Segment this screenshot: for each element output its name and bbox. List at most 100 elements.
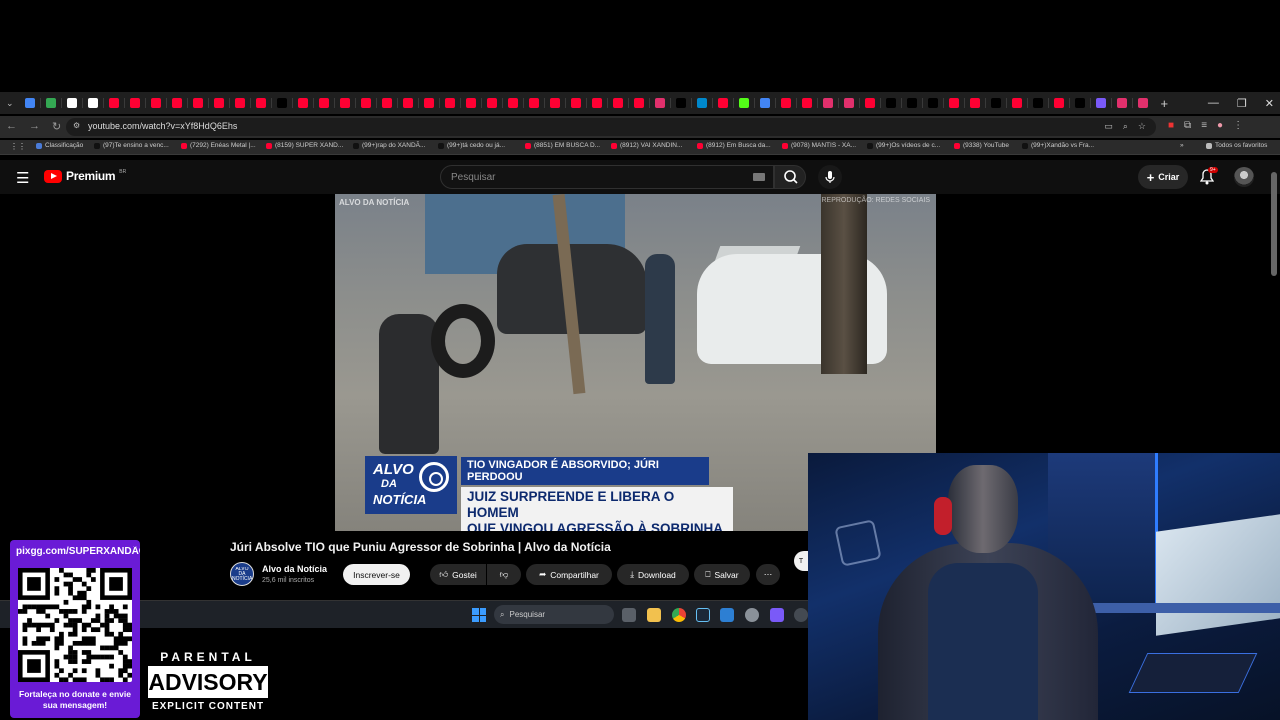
minimize-icon[interactable]: — <box>1208 97 1219 109</box>
browser-tab[interactable] <box>780 98 791 108</box>
voice-search-button[interactable] <box>818 165 842 189</box>
browser-tab[interactable] <box>717 98 728 108</box>
browser-tab[interactable] <box>1095 98 1106 108</box>
chrome-icon[interactable] <box>672 608 686 622</box>
browser-tab[interactable] <box>927 98 938 108</box>
browser-tab[interactable] <box>948 98 959 108</box>
browser-tab[interactable] <box>213 98 224 108</box>
back-icon[interactable]: ← <box>6 120 17 133</box>
settings-icon[interactable] <box>745 608 759 622</box>
tab-search-icon[interactable]: ⌄ <box>6 98 14 109</box>
browser-tab[interactable] <box>885 98 896 108</box>
browser-tab[interactable] <box>444 98 455 108</box>
forward-icon[interactable]: → <box>29 120 40 133</box>
browser-tab[interactable] <box>465 98 476 108</box>
browser-tab[interactable] <box>423 98 434 108</box>
apps-grid-icon[interactable]: ⋮⋮ <box>10 142 26 151</box>
bookmark-item[interactable]: (99+)Xandão vs Fra... <box>1022 142 1094 149</box>
url-text[interactable]: youtube.com/watch?v=xYf8HdQ6Ehs <box>88 121 237 131</box>
page-scrollbar[interactable] <box>1271 172 1277 276</box>
reload-icon[interactable]: ↻ <box>52 120 61 133</box>
windows-start-icon[interactable] <box>472 608 486 622</box>
browser-tab[interactable] <box>801 98 812 108</box>
bookmark-item[interactable]: (99+)rap do XANDÃ... <box>353 142 425 149</box>
search-input[interactable]: Pesquisar <box>440 165 774 189</box>
dislike-button[interactable]: 👎︎ <box>487 564 521 585</box>
browser-tab[interactable] <box>696 98 707 108</box>
subscribe-button[interactable]: Inscrever-se <box>343 564 410 585</box>
browser-tab[interactable] <box>864 98 875 108</box>
bookmark-item[interactable]: Classificação <box>36 142 83 149</box>
browser-tab[interactable] <box>654 98 665 108</box>
steam-icon[interactable] <box>696 608 710 622</box>
channel-avatar[interactable]: ALVO DA NOTÍCIA <box>230 562 254 586</box>
browser-tab[interactable] <box>1053 98 1064 108</box>
profile-icon[interactable]: ● <box>1217 120 1223 131</box>
browser-tab[interactable] <box>360 98 371 108</box>
user-avatar[interactable] <box>1234 167 1254 187</box>
browser-tab[interactable] <box>255 98 266 108</box>
bookmark-item[interactable]: (8159) SUPER XAND... <box>266 142 343 149</box>
browser-tab[interactable] <box>549 98 560 108</box>
browser-tab[interactable] <box>507 98 518 108</box>
extensions-puzzle-icon[interactable]: ⧉ <box>1184 120 1191 131</box>
close-icon[interactable]: ✕ <box>1265 97 1274 110</box>
channel-name[interactable]: Alvo da Notícia <box>262 564 327 574</box>
bookmark-item[interactable]: (9078) MANTIS - XA... <box>782 142 856 149</box>
task-view-icon[interactable] <box>622 608 636 622</box>
create-button[interactable]: + Criar <box>1138 165 1188 189</box>
bookmark-item[interactable]: (9338) YouTube <box>954 142 1009 149</box>
bookmark-item[interactable]: (8912) Em Busca da... <box>697 142 771 149</box>
photos-app-icon[interactable] <box>720 608 734 622</box>
restore-icon[interactable]: ❐ <box>1237 97 1247 110</box>
browser-tab[interactable] <box>339 98 350 108</box>
file-explorer-icon[interactable] <box>647 608 661 622</box>
browser-tab[interactable] <box>570 98 581 108</box>
zoom-icon[interactable]: ⌕ <box>1123 121 1128 132</box>
browser-tab[interactable] <box>738 98 749 108</box>
browser-tab[interactable] <box>1074 98 1085 108</box>
keyboard-icon[interactable] <box>753 173 765 181</box>
youtube-logo[interactable]: Premium BR <box>44 169 126 183</box>
more-actions-button[interactable]: ⋯ <box>756 564 780 585</box>
hamburger-menu-icon[interactable]: ☰ <box>16 169 29 187</box>
bookmark-star-icon[interactable]: ☆ <box>1138 121 1146 132</box>
browser-tab[interactable] <box>612 98 623 108</box>
browser-tab[interactable] <box>192 98 203 108</box>
all-favorites[interactable]: Todos os favoritos <box>1206 142 1267 149</box>
browser-tab[interactable] <box>381 98 392 108</box>
browser-tab[interactable] <box>1137 98 1148 108</box>
browser-tab[interactable] <box>759 98 770 108</box>
browser-tab[interactable] <box>591 98 602 108</box>
browser-tab[interactable] <box>234 98 245 108</box>
sidebar-chip-peek[interactable]: T <box>794 551 808 571</box>
bookmark-item[interactable]: (99+)tá cedo ou já... <box>438 142 505 149</box>
browser-tab[interactable] <box>24 98 35 108</box>
browser-tab[interactable] <box>1032 98 1043 108</box>
new-tab-button[interactable]: + <box>1161 96 1169 111</box>
browser-tab[interactable] <box>990 98 1001 108</box>
browser-tab[interactable] <box>1011 98 1022 108</box>
browser-tab[interactable] <box>969 98 980 108</box>
browser-tab[interactable] <box>843 98 854 108</box>
browser-tab[interactable] <box>171 98 182 108</box>
browser-tab[interactable] <box>318 98 329 108</box>
cast-icon[interactable]: ▭ <box>1104 121 1113 132</box>
bookmark-item[interactable]: (97)Te ensino a venc... <box>94 142 169 149</box>
browser-tab[interactable] <box>129 98 140 108</box>
share-button[interactable]: ➦ Compartilhar <box>526 564 612 585</box>
browser-tab[interactable] <box>1116 98 1127 108</box>
address-bar[interactable]: ⚙ youtube.com/watch?v=xYf8HdQ6Ehs ▭ ⌕ ☆ <box>66 118 1156 136</box>
browser-tab[interactable] <box>906 98 917 108</box>
browser-menu-icon[interactable]: ⋮ <box>1233 120 1243 131</box>
bookmark-item[interactable]: (8851) EM BUSCA D... <box>525 142 600 149</box>
app-icon-purple[interactable] <box>770 608 784 622</box>
download-button[interactable]: ⤓ Download <box>617 564 689 585</box>
taskbar-search[interactable]: ⌕ Pesquisar <box>494 605 614 624</box>
browser-tab[interactable] <box>276 98 287 108</box>
bookmark-item[interactable]: (99+)Os vídeos de c... <box>867 142 940 149</box>
extension-red-icon[interactable]: ■ <box>1168 120 1174 131</box>
browser-tab[interactable] <box>528 98 539 108</box>
bookmark-item[interactable]: (8912) VAI XANDIN... <box>611 142 682 149</box>
browser-tab[interactable] <box>66 98 77 108</box>
